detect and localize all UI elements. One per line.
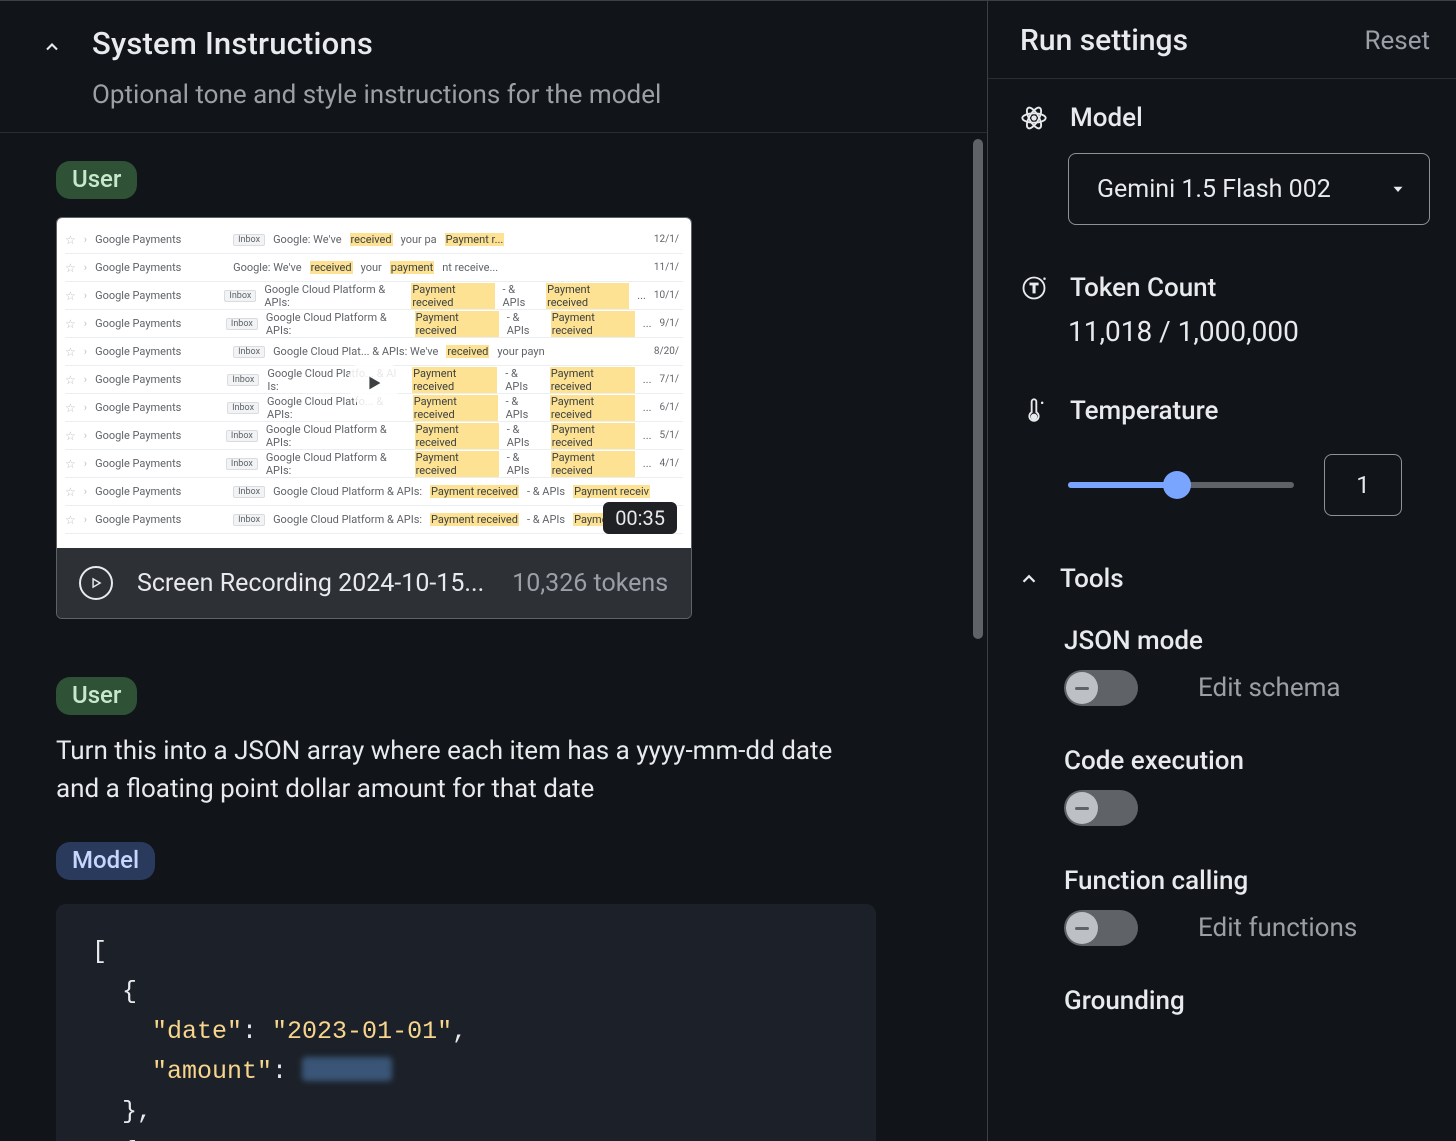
mail-row: ☆›Google PaymentsInboxGoogle Cloud Platf… [65, 310, 683, 338]
play-overlay-icon[interactable] [348, 357, 400, 409]
grounding-label: Grounding [1064, 986, 1430, 1016]
temperature-input[interactable]: 1 [1324, 454, 1402, 516]
model-section: Model Gemini 1.5 Flash 002 [988, 79, 1456, 233]
user-message: Turn this into a JSON array where each i… [56, 733, 876, 808]
system-instructions-header: System Instructions Optional tone and st… [0, 1, 987, 133]
mail-row: ☆›Google PaymentsInboxGoogle Cloud Platf… [65, 422, 683, 450]
chevron-up-icon [1018, 568, 1040, 590]
tools-header[interactable]: Tools [988, 524, 1456, 602]
json-mode-label: JSON mode [1064, 626, 1430, 656]
system-instructions-subtitle: Optional tone and style instructions for… [92, 80, 661, 110]
function-calling-label: Function calling [1064, 866, 1430, 896]
edit-schema-link[interactable]: Edit schema [1198, 673, 1341, 703]
mail-row: ☆›Google PaymentsInboxGoogle Cloud Platf… [65, 506, 683, 534]
svg-text:T: T [1030, 281, 1038, 296]
edit-functions-link[interactable]: Edit functions [1198, 913, 1357, 943]
mail-row: ☆›Google PaymentsGoogle: We've received … [65, 254, 683, 282]
run-settings-title: Run settings [1020, 23, 1188, 58]
token-count-value: 11,018 / 1,000,000 [1068, 315, 1430, 348]
code-execution-label: Code execution [1064, 746, 1430, 776]
user-chip: User [56, 677, 137, 715]
conversation-area: User ☆›Google PaymentsInboxGoogle: We've… [0, 133, 987, 1141]
atom-icon [1020, 104, 1048, 132]
attachment-token-count: 10,326 tokens [512, 569, 668, 598]
scrollbar[interactable] [973, 139, 983, 639]
mail-row: ☆›Google PaymentsInboxGoogle Cloud Platf… [65, 450, 683, 478]
system-instructions-title: System Instructions [92, 25, 661, 62]
panel-header: Run settings Reset [988, 1, 1456, 79]
code-execution-toggle[interactable] [1064, 790, 1138, 826]
model-turn: Model [ { "date": "2023-01-01", "amount"… [56, 842, 947, 1141]
model-select[interactable]: Gemini 1.5 Flash 002 [1068, 153, 1430, 225]
mail-row: ☆›Google PaymentsInboxGoogle Cloud Platf… [65, 478, 683, 506]
play-icon[interactable] [79, 566, 113, 600]
token-count-label: Token Count [1070, 273, 1216, 303]
model-code-output: [ { "date": "2023-01-01", "amount": }, { [56, 904, 876, 1141]
reset-button[interactable]: Reset [1364, 26, 1430, 56]
video-thumbnail: ☆›Google PaymentsInboxGoogle: We've rece… [57, 218, 691, 548]
user-chip: User [56, 161, 137, 199]
code-execution-item: Code execution [988, 706, 1456, 826]
mail-row: ☆›Google PaymentsInboxGoogle Cloud Platf… [65, 282, 683, 310]
json-mode-item: JSON mode Edit schema [988, 602, 1456, 706]
attachment-file-name: Screen Recording 2024-10-15... [137, 569, 484, 598]
grounding-item: Grounding [988, 946, 1456, 1016]
video-attachment[interactable]: ☆›Google PaymentsInboxGoogle: We've rece… [56, 217, 692, 619]
temperature-slider[interactable] [1068, 482, 1294, 488]
chevron-down-icon [1389, 180, 1407, 198]
video-duration: 00:35 [603, 502, 677, 534]
main-pane: System Instructions Optional tone and st… [0, 0, 988, 1141]
tools-label: Tools [1060, 564, 1124, 594]
temperature-label: Temperature [1070, 396, 1219, 426]
token-icon: T [1020, 274, 1048, 302]
mail-row: ☆›Google PaymentsInboxGoogle: We've rece… [65, 226, 683, 254]
model-selected-value: Gemini 1.5 Flash 002 [1097, 175, 1331, 204]
slider-thumb[interactable] [1163, 471, 1191, 499]
model-chip: Model [56, 842, 155, 880]
run-settings-panel: Run settings Reset Model Gemini 1.5 Flas… [988, 0, 1456, 1141]
thermometer-icon [1020, 397, 1048, 425]
function-calling-item: Function calling Edit functions [988, 826, 1456, 946]
attachment-info-bar: Screen Recording 2024-10-15... 10,326 to… [57, 548, 691, 618]
token-count-section: T Token Count 11,018 / 1,000,000 [988, 233, 1456, 356]
temperature-section: Temperature 1 [988, 356, 1456, 524]
function-calling-toggle[interactable] [1064, 910, 1138, 946]
model-label: Model [1070, 103, 1143, 133]
collapse-icon[interactable] [40, 35, 64, 59]
json-mode-toggle[interactable] [1064, 670, 1138, 706]
